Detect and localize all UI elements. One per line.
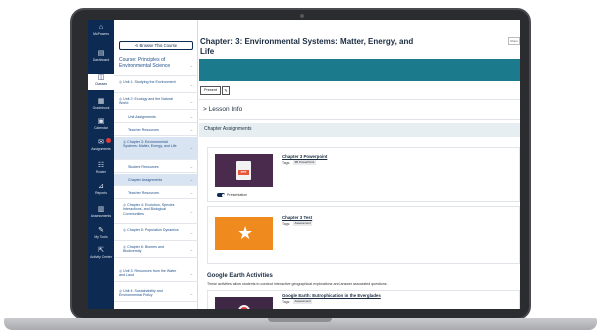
arrow-right-icon: → xyxy=(189,145,193,150)
arrow-right-icon: → xyxy=(189,127,193,132)
chart-icon: ⊿ xyxy=(98,183,104,190)
rail-item-tools[interactable]: ✎ My Tools xyxy=(88,227,114,239)
sidebar-item-chapter6[interactable]: ◎ Chapter 6: Biomes and Biodiversity → xyxy=(114,242,198,258)
star-icon: ★ xyxy=(237,223,254,243)
arrow-right-icon: → xyxy=(189,271,193,276)
powerpoint-thumbnail[interactable]: PPT xyxy=(215,154,273,187)
lesson-info-label: Lesson Info xyxy=(208,106,243,113)
rail-item-home[interactable]: ⌂ McPowers xyxy=(88,24,114,36)
google-earth-thumbnail[interactable] xyxy=(215,297,273,309)
assignment-card-test: ★ Chapter 3 Test Tags: Assessment xyxy=(207,206,520,264)
arrow-right-icon: → xyxy=(189,82,193,87)
sidebar-item-unit3[interactable]: ◎ Unit 3: Resources from the Water and L… xyxy=(114,266,198,282)
gradebook-icon: ▦ xyxy=(97,98,105,105)
rail-item-classes[interactable]: ◫ Classes xyxy=(88,74,114,90)
sidebar-item-chapter3[interactable]: ◎ Chapter 3: Environmental Systems: Matt… xyxy=(114,137,198,160)
sidebar-item-unit1[interactable]: ◎ Unit 1: Studying the Environment → xyxy=(114,77,198,93)
rail-item-calendar[interactable]: ▣ Calendar xyxy=(88,118,114,130)
arrow-right-icon: → xyxy=(189,247,193,252)
laptop-base xyxy=(4,318,597,330)
presentation-toggle-label: Presentation xyxy=(227,193,248,197)
tag-badge: 3B PowerPoint xyxy=(293,160,316,165)
course-sidebar: ⟲ Browse This Course Course: Principles … xyxy=(114,20,198,309)
main-content: Chapter: 3: Environmental Systems: Matte… xyxy=(199,20,520,309)
sidebar-item-unit4[interactable]: ◎ Unit 4: Sustainability and Environment… xyxy=(114,286,198,302)
chapter-assignments-label: Chapter Assignments xyxy=(204,126,252,132)
test-thumbnail[interactable]: ★ xyxy=(215,217,273,250)
google-earth-heading: Google Earth Activities xyxy=(207,273,273,279)
course-title-item[interactable]: Course: Principles of Environmental Scie… xyxy=(114,54,198,76)
chevron-right-icon: > xyxy=(203,106,207,113)
arrow-right-icon: → xyxy=(189,291,193,296)
google-earth-description: These activities allow students to condu… xyxy=(207,282,388,286)
document-icon: ▥ xyxy=(97,206,105,213)
arrow-right-icon: → xyxy=(189,164,193,169)
external-link-icon: ⇱ xyxy=(98,247,104,254)
rail-item-dashboard[interactable]: ▤ Dashboard xyxy=(88,50,114,62)
powerpoint-file-icon: PPT xyxy=(236,161,251,180)
present-button[interactable]: Present xyxy=(200,86,221,95)
sidebar-item-teacher-resources-ch3[interactable]: Teacher Resources → xyxy=(114,187,198,199)
rail-item-activity[interactable]: ⇱ Activity Center xyxy=(88,247,114,259)
arrow-right-icon: → xyxy=(189,114,193,119)
sidebar-item-teacher-resources[interactable]: Teacher Resources → xyxy=(114,124,198,136)
arrow-right-icon: → xyxy=(189,63,193,68)
sidebar-item-unit2[interactable]: ◎ Unit 2: Ecology and the Natural World … xyxy=(114,94,198,110)
google-earth-icon xyxy=(238,305,250,309)
arrow-right-icon: → xyxy=(189,99,193,104)
laptop-notch xyxy=(268,318,332,322)
rail-item-roster[interactable]: ☷ Roster xyxy=(88,162,114,174)
home-icon: ⌂ xyxy=(98,24,104,31)
card-title-link[interactable]: Chapter 3 Test xyxy=(282,215,312,220)
sidebar-item-chapter5[interactable]: ◎ Chapter 5: Population Dynamics → xyxy=(114,225,198,241)
rail-item-assessments[interactable]: ▥ Assessments xyxy=(88,206,114,218)
page-title: Chapter: 3: Environmental Systems: Matte… xyxy=(200,37,414,56)
divider xyxy=(199,119,520,120)
chapter-banner xyxy=(199,59,520,81)
webcam xyxy=(300,14,304,18)
tag-badge: Assessment xyxy=(293,221,313,226)
share-button[interactable]: Share xyxy=(508,37,520,45)
notification-dot xyxy=(106,138,111,143)
divider xyxy=(199,99,520,100)
assignment-card-powerpoint: PPT Chapter 3 Powerpoint Tags: 3B PowerP… xyxy=(207,147,520,202)
tag-badge: Assessment xyxy=(293,299,313,304)
tags-label: Tags: xyxy=(282,161,291,165)
presentation-toggle[interactable] xyxy=(217,193,225,197)
calendar-icon: ▣ xyxy=(97,118,105,125)
arrow-right-icon: → xyxy=(189,209,193,214)
rail-item-gradebook[interactable]: ▦ Gradebook xyxy=(88,98,114,110)
lesson-info-toggle[interactable]: > Lesson Info xyxy=(203,106,242,113)
screen: ⌂ McPowers ▤ Dashboard ◫ Classes ▦ Gradebook… xyxy=(88,20,520,309)
sidebar-item-chapter-assignments[interactable]: Chapter Assignments → xyxy=(114,174,198,186)
pencil-icon: ✎ xyxy=(98,227,104,234)
assignment-card-google-earth: Google Earth: Eutrophication in the Ever… xyxy=(207,290,520,309)
sidebar-item-unit-assignments[interactable]: Unit Assignments → xyxy=(114,111,198,123)
card-title-link[interactable]: Chapter 3 Powerpoint xyxy=(282,154,327,159)
rail-item-reports[interactable]: ⊿ Reports xyxy=(88,183,114,195)
dashboard-icon: ▤ xyxy=(97,50,105,57)
browse-course-button[interactable]: ⟲ Browse This Course xyxy=(119,41,193,50)
edit-icon[interactable]: ✎ xyxy=(222,86,230,95)
chapter-assignments-header: Chapter Assignments xyxy=(199,123,520,137)
card-title-link[interactable]: Google Earth: Eutrophication in the Ever… xyxy=(282,293,381,298)
arrow-right-icon: → xyxy=(189,230,193,235)
tags-label: Tags: xyxy=(282,222,291,226)
tags-label: Tags: xyxy=(282,300,291,304)
course-title: Course: Principles of Environmental Scie… xyxy=(119,57,171,69)
sidebar-item-chapter4[interactable]: ◎ Chapter 4: Evolution, Species Interact… xyxy=(114,200,198,224)
nav-rail: ⌂ McPowers ▤ Dashboard ◫ Classes ▦ Gradebook… xyxy=(88,20,114,309)
sidebar-item-student-resources[interactable]: Student Resources → xyxy=(114,161,198,173)
arrow-right-icon: → xyxy=(189,190,193,195)
roster-icon: ☷ xyxy=(97,162,105,169)
arrow-right-icon: → xyxy=(189,177,193,182)
classes-icon: ◫ xyxy=(97,74,105,81)
